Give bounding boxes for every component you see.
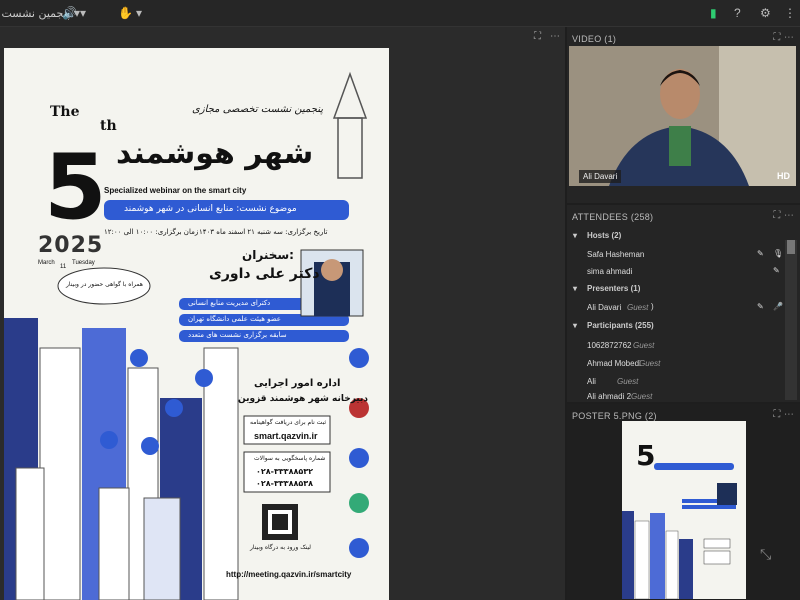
poster-speaker-name: دکتر علی داوری (209, 266, 320, 282)
poster-speaker-bullet: عضو هیئت علمی دانشگاه تهران (188, 315, 281, 323)
poster-topic: موضوع نشست: منابع انسانی در شهر هوشمند (124, 204, 297, 214)
help-icon[interactable]: ? (734, 6, 741, 20)
mic-muted-icon[interactable]: 🎙 (773, 249, 783, 258)
edit-icon[interactable]: ✎ (757, 249, 764, 258)
svg-text:5: 5 (636, 439, 655, 472)
chevron-down-icon[interactable]: ▾ (136, 6, 142, 20)
scrollbar-thumb[interactable] (787, 240, 795, 254)
more-options-icon[interactable]: ⋯ (550, 31, 560, 42)
mic-icon[interactable]: 🎤 (773, 302, 783, 311)
attendee-role: Guest (639, 359, 661, 368)
attendees-panel-title: ATTENDEES (258) (572, 212, 654, 222)
signal-icon: ▮ (710, 6, 717, 20)
attendee-row[interactable]: sima ahmadi ✎ (569, 263, 784, 281)
poster-phone-label: شماره پاسخگویی به سوالات (254, 455, 326, 462)
svg-text:5: 5 (44, 135, 107, 240)
poster-thumbnail-art: 5 (622, 421, 746, 599)
poster-phone-1: ۰۲۸-۳۳۳۸۸۵۳۲ (256, 467, 314, 476)
poster-subtitle-fa: پنجمین نشست تخصصی مجازی (192, 104, 324, 115)
poster-art: 5 (4, 71, 369, 600)
attendee-group-hosts[interactable]: ▾ Hosts (2) (569, 228, 784, 246)
poster-thumbnail[interactable]: 5 (622, 421, 746, 599)
content-stage: ⛶ ⋯ 5 The th پنجمین نشست تخصصی مجازی شهر… (0, 27, 565, 600)
poster-title-fa: شهر هوشمند (116, 136, 314, 171)
poster-year: 2025 (38, 233, 104, 258)
chevron-down-icon[interactable]: ▾ (80, 6, 86, 20)
stage-header: ⛶ ⋯ (0, 27, 565, 47)
panel-controls[interactable]: ⛶ ⋯ (773, 210, 794, 221)
poster-number-suffix: th (100, 118, 117, 134)
attendees-panel-header: ATTENDEES (258) ⛶ ⋯ (567, 205, 800, 227)
poster-date-day: 11 (60, 264, 67, 270)
hd-badge: HD (777, 171, 790, 181)
attendee-group-label: Presenters (1) (587, 284, 641, 293)
poster-reg-url: smart.qazvin.ir (254, 431, 318, 441)
attendee-name: sima ahmadi (587, 267, 633, 276)
chevron-down-icon: ▾ (573, 231, 578, 240)
poster-reg-label: ثبت نام برای دریافت گواهینامه (250, 419, 327, 426)
attendee-row[interactable]: Ahmad Mobedi Guest (569, 355, 784, 373)
poster-speaker-heading: سخنران: (242, 248, 294, 262)
attendee-row[interactable]: Ali Davari Guest ) ✎ 🎤 (569, 299, 784, 317)
attendee-group-label: Participants (255) (587, 321, 654, 330)
poster-speaker-bullet: دکترای مدیریت منابع انسانی (188, 299, 271, 307)
video-name-tag: Ali Davari (579, 170, 622, 183)
attendee-group-label: Hosts (2) (587, 231, 622, 240)
attendee-group-presenters[interactable]: ▾ Presenters (1) (569, 281, 784, 299)
hand-raise-icon[interactable]: ✋ (118, 6, 133, 20)
poster-cloud-note: همراه با گواهی حضور در وبینار (66, 281, 143, 288)
fullscreen-icon[interactable]: ⛶ (534, 31, 541, 42)
settings-icon[interactable]: ⚙ (760, 6, 771, 20)
poster-phone-2: ۰۲۸-۳۳۳۸۸۵۳۸ (256, 479, 314, 488)
speaker-video-frame (569, 46, 796, 186)
poster-date-month: March (38, 260, 55, 266)
attendee-group-participants[interactable]: ▾ Participants (255) (569, 318, 784, 336)
edit-icon[interactable]: ✎ (757, 302, 764, 311)
poster-document: 5 The th پنجمین نشست تخصصی مجازی شهر هوش… (4, 48, 389, 600)
attendee-name: Ali Davari (587, 303, 622, 312)
attendee-row[interactable]: Safa Hasheman ✎ 🎙 (569, 246, 784, 264)
poster-speaker-bullet: سابقه برگزاری نشست های متعدد (188, 331, 287, 339)
attendee-name: Ali (587, 377, 596, 386)
poster-qr-caption: لینک ورود به درگاه وبینار (250, 544, 312, 551)
top-bar: پنجمین نشست ▾ 🔊 ▾ ✋ ▾ ▮ ? ⚙ ⋮ (0, 0, 800, 27)
poster-time-fa: زمان برگزاری: ۱۰:۰۰ الی ۱۲:۰۰ (104, 228, 199, 236)
attendee-name: Ali ahmadi 2 (587, 392, 632, 401)
poster-panel-title: POSTER 5.PNG (2) (572, 411, 657, 421)
video-feed[interactable]: Ali Davari HD (569, 46, 796, 186)
more-menu-icon[interactable]: ⋮ (784, 6, 796, 20)
poster-date-weekday: Tuesday (72, 260, 95, 266)
chevron-down-icon: ▾ (573, 321, 578, 330)
poster-meeting-url: http://meeting.qazvin.ir/smartcity (226, 570, 352, 579)
panel-controls[interactable]: ⛶ ⋯ (773, 409, 794, 420)
speaker-icon[interactable]: 🔊 (62, 6, 77, 20)
attendee-role: Guest (633, 341, 655, 350)
poster-subtitle-en: Specialized webinar on the smart city (104, 186, 247, 195)
video-panel-title: VIDEO (1) (572, 34, 617, 44)
attendee-role: Guest (627, 303, 649, 312)
meeting-name: پنجمین نشست (1, 7, 70, 20)
attendee-name: Safa Hasheman (587, 250, 645, 259)
poster-date-fa: تاریخ برگزاری: سه شنبه ۲۱ اسفند ماه ۱۴۰۳ (199, 228, 328, 236)
attendee-row[interactable]: 1062872762 Guest (569, 337, 784, 355)
speaking-icon: ) (651, 302, 654, 311)
poster-org-line1: اداره امور اجرایی (254, 378, 341, 389)
attendee-name: 1062872762 (587, 341, 632, 350)
panel-controls[interactable]: ⛶ ⋯ (773, 32, 794, 43)
attendee-role: Guest (617, 377, 639, 386)
attendee-row[interactable]: Ali ahmadi 2 Guest (569, 391, 784, 402)
edit-icon[interactable]: ✎ (773, 266, 780, 275)
attendee-role: Guest (631, 392, 653, 401)
poster-series-label: The (50, 104, 80, 120)
collapse-icon[interactable]: ⤡ (760, 546, 771, 563)
chevron-down-icon: ▾ (573, 284, 578, 293)
poster-org-line2: دبیرخانه شهر هوشمند قزوین (238, 394, 368, 404)
attendees-scrollbar[interactable] (785, 240, 797, 400)
attendee-row[interactable]: Ali Guest (569, 373, 784, 391)
attendee-name: Ahmad Mobedi (587, 359, 641, 368)
